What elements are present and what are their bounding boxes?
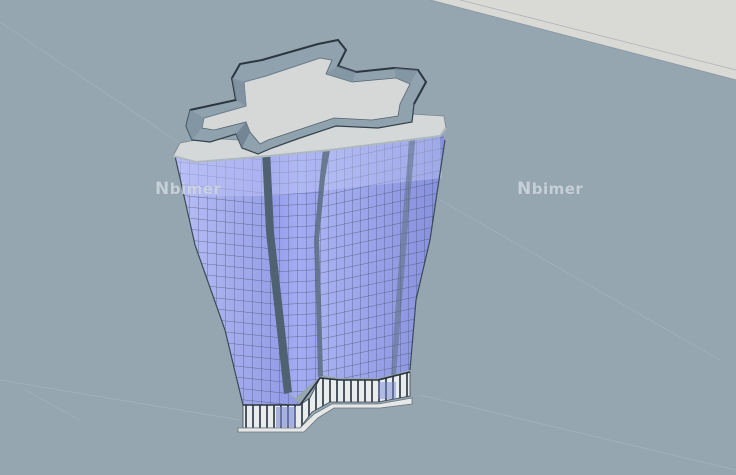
model-viewport[interactable]: Nbimer Nbimer: [0, 0, 736, 475]
building-3d-scene: [0, 0, 736, 475]
